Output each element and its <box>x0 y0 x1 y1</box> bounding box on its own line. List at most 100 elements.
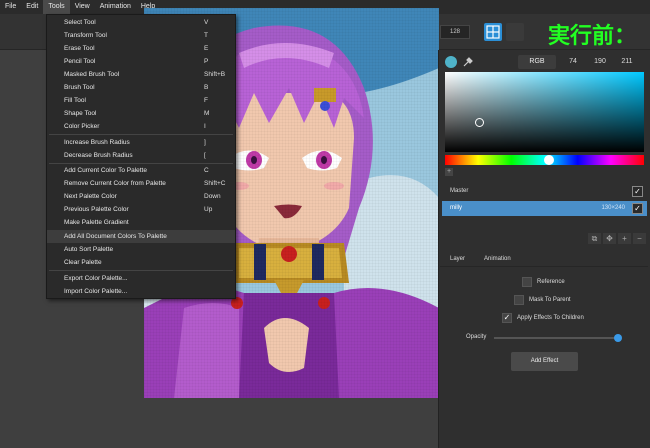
menu-item-shortcut: T <box>204 32 208 39</box>
menu-item-transform-tool[interactable]: Transform Tool T <box>47 29 235 42</box>
menu-item-shortcut: F <box>204 97 208 104</box>
current-color-swatch[interactable] <box>445 56 457 68</box>
menu-item-shape-tool[interactable]: Shape Tool M <box>47 107 235 120</box>
mask-option[interactable]: Mask To Parent <box>514 295 571 305</box>
layer-visibility-checkbox[interactable]: ✓ <box>632 203 643 214</box>
menu-item-shortcut: E <box>204 45 209 52</box>
menu-edit[interactable]: Edit <box>21 0 43 14</box>
layer-visibility-checkbox[interactable]: ✓ <box>632 186 643 197</box>
color-g-value[interactable]: 190 <box>588 55 612 69</box>
menu-item-remove-current-color[interactable]: Remove Current Color from Palette Shift+C <box>47 177 235 190</box>
apply-effects-label: Apply Effects To Children <box>517 315 584 321</box>
color-b-value[interactable]: 211 <box>615 55 639 69</box>
menu-item-label: Color Picker <box>64 123 100 130</box>
menu-item-label: Increase Brush Radius <box>64 139 130 146</box>
menu-item-masked-brush-tool[interactable]: Masked Brush Tool Shift+B <box>47 68 235 81</box>
menu-item-increase-brush-radius[interactable]: Increase Brush Radius] <box>47 136 235 149</box>
add-layer-icon[interactable]: + <box>618 233 631 244</box>
menu-item-label: Add All Document Colors To Palette <box>64 233 167 240</box>
layer-row-master[interactable]: Master ✓ <box>442 184 647 199</box>
menu-item-label: Pencil Tool <box>64 58 96 65</box>
menu-view[interactable]: View <box>70 0 95 14</box>
menu-item-erase-tool[interactable]: Erase Tool E <box>47 42 235 55</box>
opacity-slider-thumb[interactable] <box>614 334 622 342</box>
eyedropper-icon[interactable] <box>462 56 474 68</box>
menu-item-add-all-document-colors[interactable]: Add All Document Colors To Palette <box>47 230 235 243</box>
add-swatch-icon[interactable]: + <box>445 168 453 176</box>
tab-layer[interactable]: Layer <box>450 251 465 267</box>
layer-name: milly <box>450 205 462 211</box>
menu-item-label: Remove Current Color from Palette <box>64 180 166 187</box>
menu-item-color-picker[interactable]: Color Picker I <box>47 120 235 133</box>
layer-dimensions: 130×240 <box>601 205 625 211</box>
tab-animation[interactable]: Animation <box>484 251 511 267</box>
duplicate-layer-icon[interactable]: ⧉ <box>588 233 601 244</box>
menu-item-label: Clear Palette <box>64 259 102 266</box>
menu-item-clear-palette[interactable]: Clear Palette <box>47 256 235 269</box>
opacity-slider[interactable] <box>494 337 618 339</box>
menu-item-auto-sort-palette[interactable]: Auto Sort Palette <box>47 243 235 256</box>
menu-item-label: Previous Palette Color <box>64 206 129 213</box>
menu-item-export-color-palette[interactable]: Export Color Palette... <box>47 272 235 285</box>
move-layer-icon[interactable]: ✥ <box>603 233 616 244</box>
remove-layer-icon[interactable]: − <box>633 233 646 244</box>
grid-icon[interactable] <box>484 23 502 41</box>
menu-item-import-color-palette[interactable]: Import Color Palette... <box>47 285 235 298</box>
panel-tabs: Layer Animation <box>440 251 648 267</box>
menu-tools[interactable]: Tools <box>43 0 70 14</box>
layer-tools: ⧉ ✥ + − <box>588 233 646 244</box>
menu-item-shortcut: Shift+B <box>204 71 226 78</box>
menu-animation[interactable]: Animation <box>95 0 136 14</box>
menu-item-shortcut: Down <box>204 193 221 200</box>
menu-separator <box>49 134 233 135</box>
menu-item-label: Decrease Brush Radius <box>64 152 133 159</box>
reference-checkbox[interactable] <box>522 277 532 287</box>
brush-size-input-2[interactable]: 128 <box>440 25 470 39</box>
hue-slider-thumb[interactable] <box>544 155 554 165</box>
menu-item-fill-tool[interactable]: Fill Tool F <box>47 94 235 107</box>
menu-item-shortcut: ] <box>204 139 206 146</box>
menu-file[interactable]: File <box>0 0 21 14</box>
menu-item-brush-tool[interactable]: Brush Tool B <box>47 81 235 94</box>
menu-item-label: Make Palette Gradient <box>64 219 129 226</box>
menu-item-shortcut: P <box>204 58 209 65</box>
color-mode-button[interactable]: RGB <box>518 55 556 69</box>
layer-name: Master <box>450 188 469 194</box>
add-effect-button[interactable]: Add Effect <box>511 352 578 371</box>
saturation-value-picker[interactable] <box>445 72 644 152</box>
menu-item-shortcut: B <box>204 84 209 91</box>
menu-item-shortcut: Up <box>204 206 213 213</box>
menu-item-label: Next Palette Color <box>64 193 117 200</box>
apply-effects-checkbox[interactable]: ✓ <box>502 313 512 323</box>
menu-item-decrease-brush-radius[interactable]: Decrease Brush Radius [ <box>47 149 235 162</box>
menu-item-shortcut: I <box>204 123 206 130</box>
apply-effects-option[interactable]: ✓ Apply Effects To Children <box>502 313 584 323</box>
menu-item-shortcut: [ <box>204 152 206 159</box>
overlay-caption: 実行前： <box>548 24 637 49</box>
picker-cursor[interactable] <box>475 118 484 127</box>
menu-item-shortcut: M <box>204 110 210 117</box>
menu-item-label: Shape Tool <box>64 110 97 117</box>
mask-checkbox[interactable] <box>514 295 524 305</box>
menu-item-shortcut: Shift+C <box>204 180 226 187</box>
menu-item-next-palette-color[interactable]: Next Palette Color Down <box>47 190 235 203</box>
reference-option[interactable]: Reference <box>522 277 565 287</box>
menu-item-shortcut: C <box>204 167 209 174</box>
menu-item-label: Export Color Palette... <box>64 275 128 282</box>
menu-item-add-current-color[interactable]: Add Current Color To Palette C <box>47 164 235 177</box>
menu-item-label: Brush Tool <box>64 84 95 91</box>
mask-label: Mask To Parent <box>529 297 571 303</box>
menu-item-shortcut: V <box>204 19 209 26</box>
toggle-icon[interactable] <box>506 23 524 41</box>
reference-label: Reference <box>537 279 565 285</box>
menu-item-label: Masked Brush Tool <box>64 71 120 78</box>
menu-item-pencil-tool[interactable]: Pencil Tool P <box>47 55 235 68</box>
menu-item-label: Import Color Palette... <box>64 288 128 295</box>
menu-item-label: Auto Sort Palette <box>64 246 114 253</box>
menu-item-make-palette-gradient[interactable]: Make Palette Gradient <box>47 216 235 229</box>
menu-separator <box>49 270 233 271</box>
menu-item-select-tool[interactable]: Select Tool V <box>47 16 235 29</box>
layer-row-milly[interactable]: milly 130×240 ✓ <box>442 201 647 216</box>
menu-item-previous-palette-color[interactable]: Previous Palette Color Up <box>47 203 235 216</box>
color-r-value[interactable]: 74 <box>561 55 585 69</box>
